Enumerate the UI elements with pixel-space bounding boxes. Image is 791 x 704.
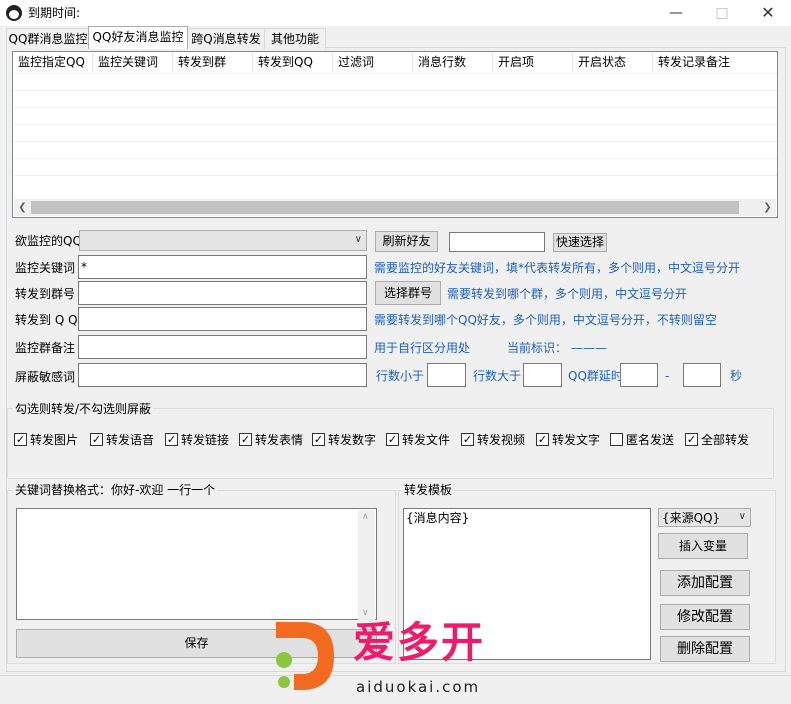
column-header[interactable]: 转发到QQ [253,52,333,72]
checkbox-label: 转发语音 [106,433,155,447]
checkbox-label: 转发表情 [255,433,304,447]
column-header[interactable]: 消息行数 [413,52,493,72]
column-header[interactable]: 过滤词 [333,52,413,72]
checkbox-forward-video[interactable]: ✓ [461,433,474,446]
scroll-down-icon[interactable]: ∨ [362,608,369,618]
checkbox-label: 全部转发 [701,433,750,447]
template-group-title: 转发模板 [402,483,455,497]
horizontal-scrollbar[interactable]: ❮ ❯ [14,199,776,216]
keyword-label: 监控关键词 [15,261,76,275]
dash-label: - [665,369,670,383]
checkbox-forward-number[interactable]: ✓ [312,433,325,446]
close-button[interactable]: ✕ [745,0,791,26]
current-mark-value: ——— [571,341,607,355]
replace-group-title: 关键词替换格式：你好-欢迎 一行一个 [13,483,218,497]
keyword-hint: 需要监控的好友关键词，填*代表转发所有，多个则用，中文逗号分开 [374,261,741,275]
minimize-button[interactable]: — [653,0,699,26]
quick-select-button[interactable]: 快速选择 [553,233,607,252]
scroll-up-icon[interactable]: ∧ [362,512,369,522]
forward-group-input[interactable] [78,281,367,305]
checkbox-forward-link[interactable]: ✓ [165,433,178,446]
forward-qq-input[interactable] [78,307,367,331]
tab-cross-forward[interactable]: 跨Q消息转发 [186,28,266,49]
checkbox-label: 匿名发送 [626,433,675,447]
column-header[interactable]: 监控指定QQ [13,52,93,72]
app-icon [6,5,22,21]
lines-less-label: 行数小于 [376,369,425,383]
select-group-button[interactable]: 选择群号 [375,281,441,305]
vertical-scrollbar[interactable]: ∧ ∨ [358,510,375,620]
checkbox-label: 转发图片 [30,433,79,447]
checkbox-forward-image[interactable]: ✓ [14,433,27,446]
checkbox-label: 转发数字 [328,433,377,447]
delete-config-button[interactable]: 删除配置 [660,636,750,662]
column-header[interactable]: 开启项 [493,52,573,72]
column-header[interactable]: 转发记录备注 [653,52,777,72]
group-delay-label: QQ群延时 [568,369,623,383]
block-words-label: 屏蔽敏感词 [15,370,76,384]
column-header[interactable]: 转发到群 [173,52,253,72]
checkbox-label: 转发文字 [552,433,601,447]
forward-qq-label: 转发到 Q Q [15,313,78,327]
block-words-input[interactable] [78,363,367,387]
group-note-hint: 用于自行区分用处 [374,341,471,355]
chevron-down-icon: ∨ [354,234,362,245]
tab-other[interactable]: 其他功能 [264,28,326,49]
group-delay-from-input[interactable] [620,363,658,387]
replace-textarea[interactable]: ∧ ∨ [16,508,377,620]
forward-qq-hint: 需要转发到哪个QQ好友，多个则用，中文逗号分开，不转则留空 [374,313,717,327]
seconds-label: 秒 [730,369,743,383]
forward-group-label: 转发到群号 [15,287,76,301]
checkbox-label: 转发文件 [402,433,451,447]
keyword-input[interactable]: * [78,255,367,279]
checkbox-anonymous[interactable] [610,433,623,446]
scroll-thumb[interactable] [31,201,739,214]
checkbox-forward-file[interactable]: ✓ [386,433,399,446]
scroll-left-icon[interactable]: ❮ [14,199,31,216]
options-group-title: 勾选则转发/不勾选则屏蔽 [13,402,154,416]
lines-less-input[interactable] [427,363,466,387]
window-title: 到期时间: [28,6,81,20]
watermark-domain: aiduokai.com [356,678,481,696]
watch-qq-label: 欲监控的QQ [15,234,82,248]
checkbox-forward-all[interactable]: ✓ [685,433,698,446]
edit-config-button[interactable]: 修改配置 [660,604,750,630]
lines-greater-label: 行数大于 [473,369,522,383]
monitor-table[interactable]: 监控指定QQ 监控关键词 转发到群 转发到QQ 过滤词 消息行数 开启项 开启状… [12,51,778,218]
checkbox-label: 转发链接 [181,433,230,447]
watermark-logo [272,618,342,698]
column-header[interactable]: 开启状态 [573,52,653,72]
lines-greater-input[interactable] [523,363,562,387]
current-mark-label: 当前标识： [507,341,568,355]
watch-qq-select[interactable]: ∨ [79,230,367,251]
checkbox-forward-text[interactable]: ✓ [536,433,549,446]
tab-group-monitor[interactable]: QQ群消息监控 [6,28,90,49]
checkbox-label: 转发视频 [477,433,526,447]
checkbox-forward-emoji[interactable]: ✓ [239,433,252,446]
source-select[interactable]: {来源QQ} ∨ [658,508,751,527]
insert-variable-button[interactable]: 插入变量 [658,533,748,559]
tab-friend-monitor[interactable]: QQ好友消息监控 [88,26,188,49]
refresh-friends-button[interactable]: 刷新好友 [375,231,438,252]
checkbox-forward-voice[interactable]: ✓ [90,433,103,446]
forward-group-hint: 需要转发到哪个群，多个则用，中文逗号分开 [447,287,688,301]
quick-search-input[interactable] [449,232,545,252]
group-delay-to-input[interactable] [683,363,721,387]
group-note-label: 监控群备注 [15,341,76,355]
watermark-brand: 爱多开 [353,618,486,667]
maximize-button[interactable]: □ [699,0,745,26]
add-config-button[interactable]: 添加配置 [660,570,750,596]
group-note-input[interactable] [78,335,367,359]
column-header[interactable]: 监控关键词 [93,52,173,72]
scroll-right-icon[interactable]: ❯ [759,199,776,216]
chevron-down-icon: ∨ [738,511,746,522]
